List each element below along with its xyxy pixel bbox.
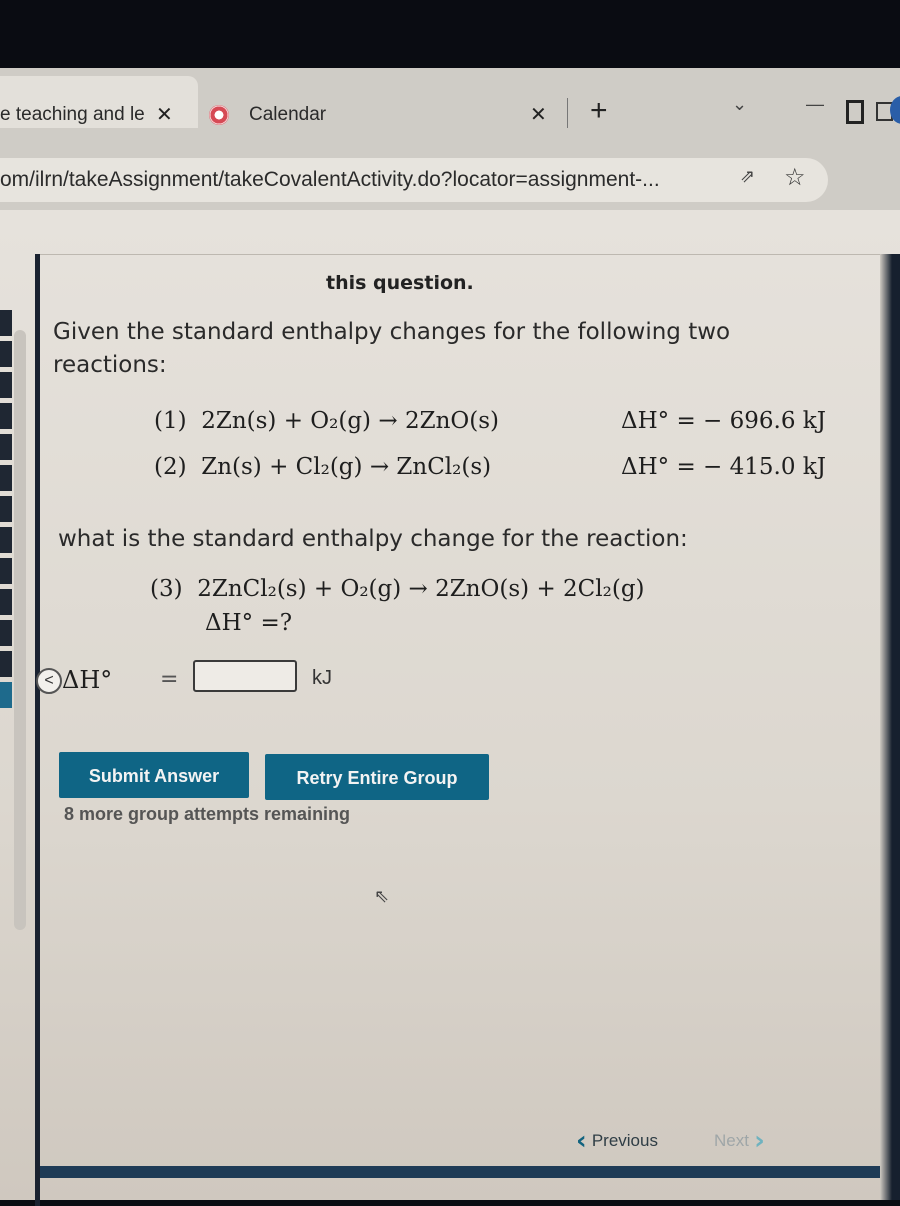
- left-nav-rail: [0, 310, 12, 870]
- mouse-cursor-icon: ⇖: [374, 886, 390, 907]
- rail-item[interactable]: [0, 465, 12, 491]
- answer-label: ΔH°: [62, 666, 113, 694]
- target-reaction: (3) 2ZnCl₂(s) + O₂(g) → 2ZnO(s) + 2Cl₂(g…: [150, 576, 645, 602]
- reaction-lhs: Zn(s) + Cl₂(g): [201, 454, 363, 480]
- rail-item[interactable]: [0, 620, 12, 646]
- rail-item[interactable]: [0, 372, 12, 398]
- reaction-number: (1): [154, 408, 187, 434]
- reaction-rhs: 2ZnO(s) + 2Cl₂(g): [435, 576, 645, 602]
- right-edge: [880, 254, 900, 1200]
- question-intro: Given the standard enthalpy changes for …: [53, 319, 731, 378]
- reaction-1: (1) 2Zn(s) + O₂(g) → 2ZnO(s): [154, 408, 499, 434]
- reaction-number: (3): [150, 576, 183, 602]
- reaction-lhs: 2ZnCl₂(s) + O₂(g): [197, 576, 402, 602]
- rail-item[interactable]: [0, 527, 12, 553]
- chevron-left-icon: ‹: [576, 1126, 587, 1156]
- tab-search-chevron-icon[interactable]: ⌄: [732, 94, 747, 115]
- new-tab-button[interactable]: +: [590, 94, 608, 128]
- previous-label: Previous: [591, 1131, 658, 1150]
- reaction-2: (2) Zn(s) + Cl₂(g) → ZnCl₂(s): [154, 454, 491, 480]
- reaction-rhs: 2ZnO(s): [404, 408, 499, 434]
- submit-answer-button[interactable]: Submit Answer: [59, 752, 249, 798]
- rail-item[interactable]: [0, 403, 12, 429]
- star-icon[interactable]: ☆: [784, 163, 806, 191]
- share-icon[interactable]: ⇗: [740, 166, 755, 187]
- rail-item-active[interactable]: [0, 682, 12, 708]
- reaction-rhs: ZnCl₂(s): [396, 454, 492, 480]
- reaction-2-enthalpy: ΔH° = − 415.0 kJ: [621, 454, 826, 480]
- reaction-arrow: →: [369, 454, 390, 480]
- browser-chrome: e teaching and le ✕ Calendar ✕ + ⌄ — om/…: [0, 68, 900, 210]
- next-label: Next: [714, 1131, 749, 1150]
- tab-title[interactable]: e teaching and le: [0, 104, 145, 126]
- previous-button[interactable]: ‹ Previous: [576, 1126, 658, 1156]
- rail-item[interactable]: [0, 341, 12, 367]
- enthalpy-answer-input[interactable]: [193, 660, 297, 692]
- reaction-arrow: →: [408, 576, 428, 602]
- tab-title-calendar[interactable]: Calendar: [249, 104, 326, 126]
- scrollbar[interactable]: [14, 330, 26, 930]
- rail-item[interactable]: [0, 651, 12, 677]
- target-reaction-enthalpy: ΔH° =?: [205, 610, 293, 636]
- chevron-right-icon: ›: [754, 1126, 765, 1156]
- calendar-icon: [209, 105, 229, 125]
- answer-unit: kJ: [312, 667, 332, 689]
- bottom-scrollbar[interactable]: [40, 1166, 880, 1178]
- reaction-1-enthalpy: ΔH° = − 696.6 kJ: [621, 408, 826, 434]
- tab-separator: [567, 98, 568, 128]
- next-button[interactable]: Next ›: [714, 1126, 765, 1156]
- retry-entire-group-button[interactable]: Retry Entire Group: [265, 754, 489, 800]
- reaction-arrow: →: [378, 408, 398, 434]
- reaction-lhs: 2Zn(s) + O₂(g): [201, 408, 372, 434]
- rail-item[interactable]: [0, 589, 12, 615]
- close-tab-icon[interactable]: ✕: [156, 102, 173, 127]
- address-bar[interactable]: om/ilrn/takeAssignment/takeCovalentActiv…: [0, 158, 828, 202]
- url-text[interactable]: om/ilrn/takeAssignment/takeCovalentActiv…: [0, 168, 660, 192]
- attempts-remaining: 8 more group attempts remaining: [64, 804, 351, 824]
- close-tab-icon[interactable]: ✕: [530, 102, 547, 127]
- question-panel: [40, 254, 882, 1175]
- tab-bar: e teaching and le ✕ Calendar ✕ + ⌄ —: [0, 68, 900, 128]
- rail-item[interactable]: [0, 310, 12, 336]
- header-fragment: this question.: [326, 272, 474, 294]
- equals-sign: =: [160, 667, 179, 692]
- rail-item[interactable]: [0, 434, 12, 460]
- reaction-number: (2): [154, 454, 187, 480]
- minimize-icon[interactable]: —: [806, 94, 824, 115]
- rail-item[interactable]: [0, 558, 12, 584]
- page-area: this question. Given the standard enthal…: [0, 210, 900, 1206]
- sidepanel-icon[interactable]: [846, 100, 864, 124]
- rail-item[interactable]: [0, 496, 12, 522]
- question-prompt: what is the standard enthalpy change for…: [58, 526, 688, 552]
- collapse-sidebar-button[interactable]: <: [36, 668, 62, 694]
